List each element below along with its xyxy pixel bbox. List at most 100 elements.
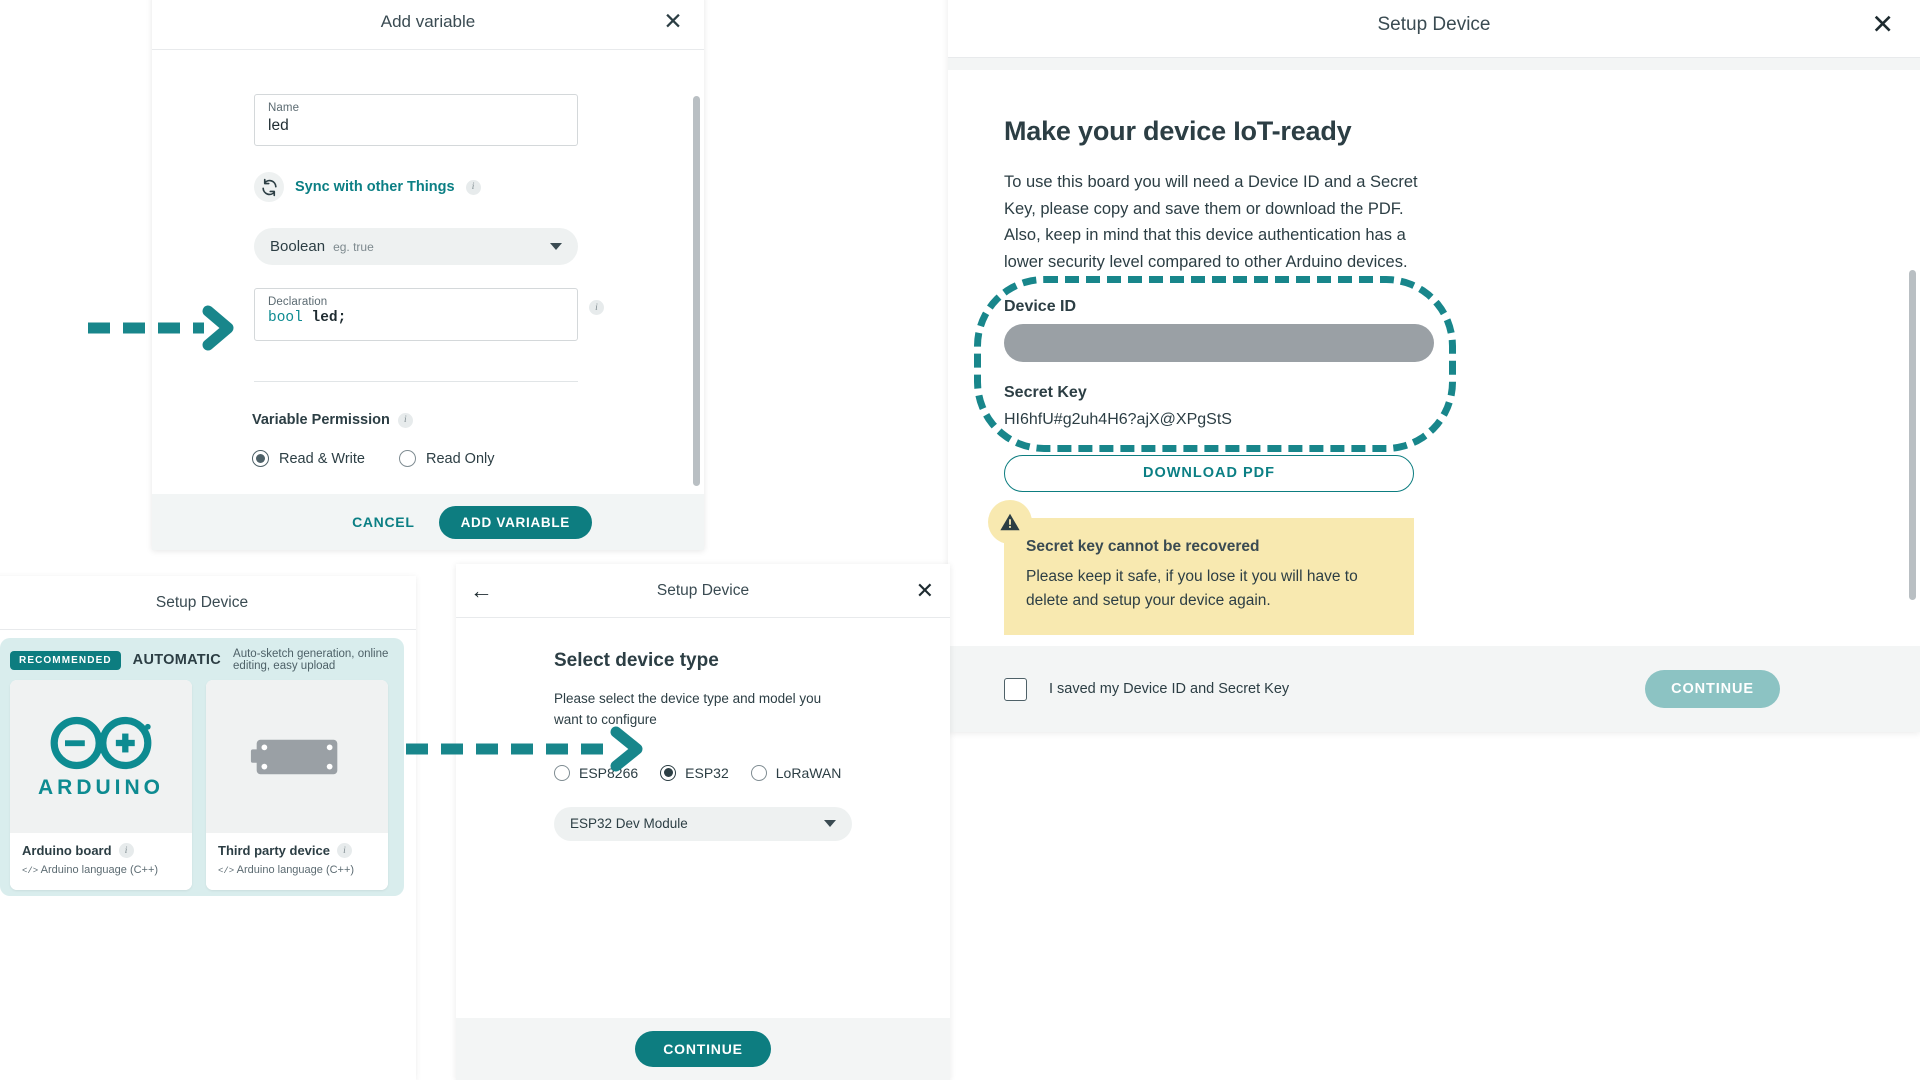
radio-icon — [252, 450, 269, 467]
mode-label: AUTOMATIC — [132, 652, 222, 668]
code-icon: </> — [218, 866, 235, 876]
panel-body: Make your device IoT-ready To use this b… — [948, 70, 1920, 670]
section-subtext: Please select the device type and model … — [554, 691, 822, 727]
add-variable-dialog: Add variable ✕ Name led Sync with other … — [152, 0, 704, 550]
declaration-label: Declaration — [268, 296, 328, 308]
page-title: Setup Device — [656, 581, 750, 599]
secret-key-label: Secret Key — [1004, 383, 1087, 401]
declaration-terminator: ; — [337, 310, 347, 326]
saved-credentials-checkbox[interactable] — [1004, 677, 1027, 701]
info-icon[interactable]: i — [118, 843, 134, 858]
permission-option-read-only[interactable]: Read Only — [398, 450, 495, 467]
warning-title: Secret key cannot be recovered — [1026, 537, 1260, 555]
warning-icon — [988, 499, 1032, 544]
dialog-footer: CANCEL ADD VARIABLE — [152, 494, 704, 550]
dashed-arrow-right-icon — [406, 726, 643, 772]
device-card-third-party[interactable]: Third party device i </> Arduino languag… — [206, 680, 388, 890]
variable-type-hint: eg. true — [333, 239, 374, 254]
close-icon[interactable]: ✕ — [916, 579, 934, 602]
info-icon[interactable]: i — [465, 179, 481, 195]
sync-label: Sync with other Things — [295, 179, 455, 195]
dialog-body: Name led Sync with other Things i Boolea… — [152, 50, 704, 490]
device-card-name: Arduino board — [22, 843, 112, 858]
dashed-arrow-right-icon — [88, 305, 234, 351]
info-icon[interactable]: i — [397, 412, 413, 428]
iot-heading: Make your device IoT-ready — [1004, 116, 1352, 146]
add-variable-button[interactable]: ADD VARIABLE — [438, 505, 592, 539]
device-card-meta: Arduino board i </> Arduino language (C+… — [10, 833, 192, 890]
arrow-left-icon[interactable]: ← — [470, 579, 493, 602]
automatic-mode-group: RECOMMENDED AUTOMATIC Auto-sketch genera… — [0, 638, 404, 896]
device-card-language: </> Arduino language (C++) — [218, 864, 355, 876]
device-type-label: LoRaWAN — [775, 764, 842, 781]
device-card-arduino-board[interactable]: ARDUINO Arduino board i </> Arduino lang… — [10, 680, 192, 890]
device-model-value: ESP32 Dev Module — [570, 816, 688, 832]
device-card-language: </> Arduino language (C++) — [22, 864, 159, 876]
permission-option-read-write[interactable]: Read & Write — [252, 450, 365, 467]
iot-description: To use this board you will need a Device… — [1004, 173, 1418, 272]
device-card-list: ARDUINO Arduino board i </> Arduino lang… — [10, 680, 394, 890]
panel-body: Select device type Please select the dev… — [456, 618, 950, 1018]
panel-footer: I saved my Device ID and Secret Key CONT… — [948, 646, 1920, 732]
mode-description: Auto-sketch generation, online editing, … — [233, 648, 389, 672]
sync-with-things-toggle[interactable]: Sync with other Things i — [254, 172, 481, 202]
panel-header: ← Setup Device ✕ — [456, 564, 950, 618]
permission-title: Variable Permission — [252, 412, 390, 428]
declaration-code: bool led; — [268, 310, 564, 326]
select-device-type-panel: ← Setup Device ✕ Select device type Plea… — [456, 564, 950, 1080]
info-icon[interactable]: i — [589, 300, 604, 315]
secret-key-value: HI6hfU#g2uh4H6?ajX@XPgStS — [1004, 410, 1232, 428]
sync-icon — [254, 172, 284, 202]
status-badge: RECOMMENDED — [10, 650, 121, 670]
radio-icon — [660, 764, 677, 781]
code-icon: </> — [22, 866, 39, 876]
permission-option-label: Read & Write — [279, 450, 365, 467]
variable-type-select[interactable]: Boolean eg. true — [254, 228, 578, 265]
radio-icon — [398, 450, 416, 467]
header-strip — [948, 58, 1920, 70]
permission-option-label: Read Only — [425, 450, 495, 467]
name-field-label: Name — [268, 102, 300, 114]
panel-header: Setup Device ✕ — [948, 0, 1920, 58]
info-icon[interactable]: i — [336, 843, 352, 858]
chevron-down-icon — [550, 243, 562, 250]
warning-text: Please keep it safe, if you lose it you … — [1026, 567, 1358, 609]
panel-header: Setup Device — [0, 576, 416, 630]
chevron-down-icon — [824, 820, 836, 828]
device-id-value[interactable] — [1004, 323, 1434, 362]
credentials-block: Device ID Secret Key HI6hfU#g2uh4H6?ajX@… — [974, 275, 1456, 452]
device-type-option-lorawan[interactable]: LoRaWAN — [750, 764, 842, 781]
continue-button[interactable]: CONTINUE — [1645, 670, 1780, 708]
setup-device-iot-panel: Setup Device ✕ Make your device IoT-read… — [948, 0, 1920, 732]
divider — [254, 381, 578, 382]
device-type-option-esp32[interactable]: ESP32 — [660, 764, 729, 781]
close-icon[interactable]: ✕ — [660, 9, 686, 35]
permission-title-row: Variable Permission i — [252, 412, 413, 428]
page-title: Add variable — [380, 11, 476, 31]
device-card-meta: Third party device i </> Arduino languag… — [206, 833, 388, 890]
name-field[interactable]: Name led — [254, 94, 578, 146]
panel-footer: CONTINUE — [456, 1018, 950, 1080]
device-card-name: Third party device — [218, 843, 330, 858]
section-heading: Select device type — [554, 650, 719, 671]
name-field-value: led — [268, 117, 289, 134]
scrollbar-thumb[interactable] — [693, 96, 700, 486]
device-type-label: ESP32 — [685, 764, 729, 781]
scrollbar-thumb[interactable] — [1909, 270, 1916, 600]
permission-radio-group: Read & Write Read Only — [252, 450, 494, 467]
radio-icon — [750, 764, 767, 781]
arduino-wordmark: ARDUINO — [38, 775, 164, 799]
device-id-label: Device ID — [1004, 297, 1077, 315]
dialog-header: Add variable ✕ — [152, 0, 704, 50]
close-icon[interactable]: ✕ — [1871, 11, 1894, 38]
download-pdf-button[interactable]: DOWNLOAD PDF — [1004, 454, 1414, 492]
declaration-keyword: bool — [268, 310, 303, 326]
cancel-button[interactable]: CANCEL — [346, 513, 421, 531]
device-model-select[interactable]: ESP32 Dev Module — [554, 806, 852, 841]
mode-header-row: RECOMMENDED AUTOMATIC Auto-sketch genera… — [10, 648, 394, 672]
declaration-field[interactable]: Declaration bool led; — [254, 288, 578, 341]
page-title: Setup Device — [1377, 13, 1491, 35]
continue-button[interactable]: CONTINUE — [635, 1031, 771, 1067]
third-party-board-icon — [206, 680, 388, 833]
device-picker-panel: Setup Device RECOMMENDED AUTOMATIC Auto-… — [0, 576, 416, 1080]
